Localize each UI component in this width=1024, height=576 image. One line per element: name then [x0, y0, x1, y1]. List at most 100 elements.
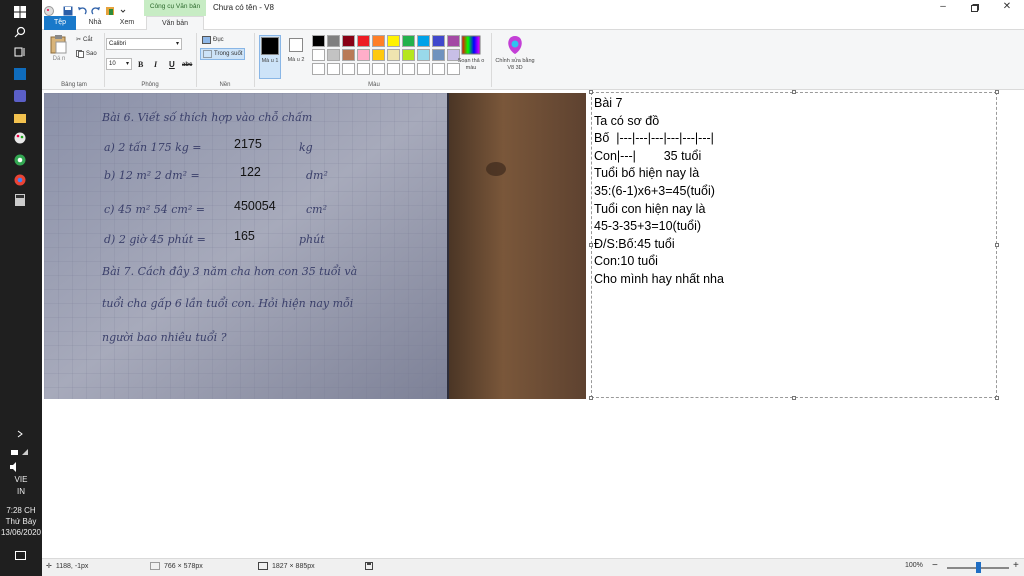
app-icon[interactable] — [44, 3, 54, 16]
input-mode-indicator[interactable]: IN — [0, 486, 42, 497]
cut-button[interactable]: ✂ Cắt — [76, 36, 92, 44]
clock-day[interactable]: Thứ Bảy — [0, 516, 42, 527]
color1-button[interactable]: Mà u 1 — [259, 35, 281, 79]
cursor-position-value: 1188, -1px — [55, 562, 89, 570]
palette-swatch[interactable] — [417, 63, 430, 75]
copy-button[interactable]: Sao — [76, 50, 97, 58]
resize-handle[interactable] — [589, 243, 593, 247]
paste-button[interactable]: Dá n — [48, 34, 70, 63]
copy-icon — [76, 50, 84, 58]
font-size-select[interactable]: 10 ▾ — [106, 58, 132, 70]
tab-view[interactable]: Xem — [112, 16, 142, 30]
palette-swatch[interactable] — [432, 35, 445, 47]
color2-button[interactable]: Mà u 2 — [285, 35, 307, 79]
font-family-select[interactable]: Calibri ▾ — [106, 38, 182, 50]
bold-button[interactable]: B — [138, 60, 143, 69]
color2-swatch — [289, 38, 303, 52]
clipboard-group-label: Bảng tạm — [61, 82, 87, 88]
palette-swatch[interactable] — [402, 35, 415, 47]
task-view-icon[interactable] — [11, 44, 29, 60]
palette-swatch[interactable] — [387, 49, 400, 61]
chrome-icon[interactable] — [11, 172, 29, 188]
transparent-button[interactable]: Trong suốt — [200, 48, 246, 60]
tab-home[interactable]: Nhà — [80, 16, 110, 30]
teams-icon[interactable] — [11, 88, 29, 104]
windows-start-icon[interactable] — [11, 4, 29, 20]
edit-with-3d-button[interactable]: Chỉnh sửa bằng V8 3D — [493, 35, 537, 72]
save-icon[interactable] — [63, 3, 73, 16]
redo-icon[interactable] — [91, 3, 101, 15]
calculator-icon[interactable] — [11, 192, 29, 208]
palette-swatch[interactable] — [342, 63, 355, 75]
palette-swatch[interactable] — [402, 49, 415, 61]
palette-swatch[interactable] — [342, 35, 355, 47]
chevron-down-icon: ▾ — [125, 61, 129, 67]
resize-handle[interactable] — [792, 396, 796, 400]
notebook-photo[interactable]: Bài 6. Viết số thích hợp vào chỗ chấm a) … — [44, 93, 586, 399]
palette-swatch[interactable] — [372, 49, 385, 61]
palette-swatch[interactable] — [387, 63, 400, 75]
notification-icon[interactable] — [11, 548, 29, 564]
palette-swatch[interactable] — [357, 49, 370, 61]
maximize-button[interactable] — [960, 0, 990, 16]
underline-button[interactable]: U — [169, 60, 175, 69]
chrome-icon[interactable] — [11, 152, 29, 168]
network-battery-icon[interactable] — [11, 444, 31, 460]
volume-icon[interactable] — [7, 459, 25, 475]
zoom-in-button[interactable]: + — [1013, 560, 1019, 571]
outlook-icon[interactable] — [11, 66, 29, 82]
palette-swatch[interactable] — [387, 35, 400, 47]
palette-swatch[interactable] — [327, 35, 340, 47]
palette-swatch[interactable] — [417, 49, 430, 61]
zoom-level: 100% — [905, 562, 923, 569]
resize-handle[interactable] — [995, 90, 999, 94]
font-size-value: 10 — [109, 61, 116, 67]
resize-handle[interactable] — [589, 90, 593, 94]
canvas-area[interactable]: Bài 6. Viết số thích hợp vào chỗ chấm a) … — [42, 90, 1024, 558]
resize-handle[interactable] — [589, 396, 593, 400]
tab-file[interactable]: Tệp — [44, 16, 76, 30]
palette-swatch[interactable] — [327, 63, 340, 75]
resize-handle[interactable] — [792, 90, 796, 94]
notebook-answer: 165 — [234, 229, 255, 243]
palette-swatch[interactable] — [432, 49, 445, 61]
customize-toolbar-icon[interactable] — [105, 3, 115, 15]
palette-swatch[interactable] — [357, 35, 370, 47]
language-indicator[interactable]: VIE — [0, 474, 42, 485]
chevron-down-icon[interactable] — [118, 3, 128, 13]
palette-swatch[interactable] — [372, 63, 385, 75]
opaque-icon — [202, 36, 211, 44]
text-box-line: Con|---| 35 tuổi — [594, 148, 702, 163]
palette-swatch[interactable] — [432, 63, 445, 75]
close-button[interactable]: ✕ — [992, 0, 1022, 16]
undo-icon[interactable] — [77, 3, 87, 15]
search-icon[interactable] — [11, 24, 29, 40]
palette-swatch[interactable] — [312, 63, 325, 75]
clock-time[interactable]: 7:28 CH — [0, 505, 42, 516]
palette-swatch[interactable] — [417, 35, 430, 47]
clock-date[interactable]: 13/06/2020 — [0, 527, 42, 538]
resize-handle[interactable] — [995, 396, 999, 400]
tab-text[interactable]: Văn bản — [146, 16, 204, 30]
italic-button[interactable]: I — [154, 60, 157, 69]
edit-colors-button[interactable]: Soạn thả o màu — [454, 35, 488, 72]
resize-handle[interactable] — [995, 243, 999, 247]
palette-swatch[interactable] — [327, 49, 340, 61]
zoom-out-button[interactable]: − — [932, 560, 938, 571]
status-bar: ✛ 1188, -1px 766 × 578px 1827 × 885px 10… — [42, 558, 1024, 576]
text-box-line: Tuổi bố hiện nay là — [594, 166, 700, 181]
palette-swatch[interactable] — [312, 49, 325, 61]
chevron-up-icon[interactable] — [11, 426, 29, 442]
palette-swatch[interactable] — [372, 35, 385, 47]
paint-icon[interactable] — [11, 130, 29, 146]
palette-swatch[interactable] — [402, 63, 415, 75]
text-box[interactable]: Bài 7 Ta có sơ đồ Bố |---|---|---|---|---|… — [591, 92, 997, 398]
zoom-slider-thumb[interactable] — [976, 562, 981, 573]
palette-swatch[interactable] — [342, 49, 355, 61]
strikethrough-button[interactable]: abc — [182, 62, 192, 68]
file-explorer-icon[interactable] — [11, 110, 29, 126]
opaque-button[interactable]: Đục — [202, 36, 224, 44]
palette-swatch[interactable] — [312, 35, 325, 47]
palette-swatch[interactable] — [357, 63, 370, 75]
minimize-button[interactable]: – — [928, 0, 958, 16]
